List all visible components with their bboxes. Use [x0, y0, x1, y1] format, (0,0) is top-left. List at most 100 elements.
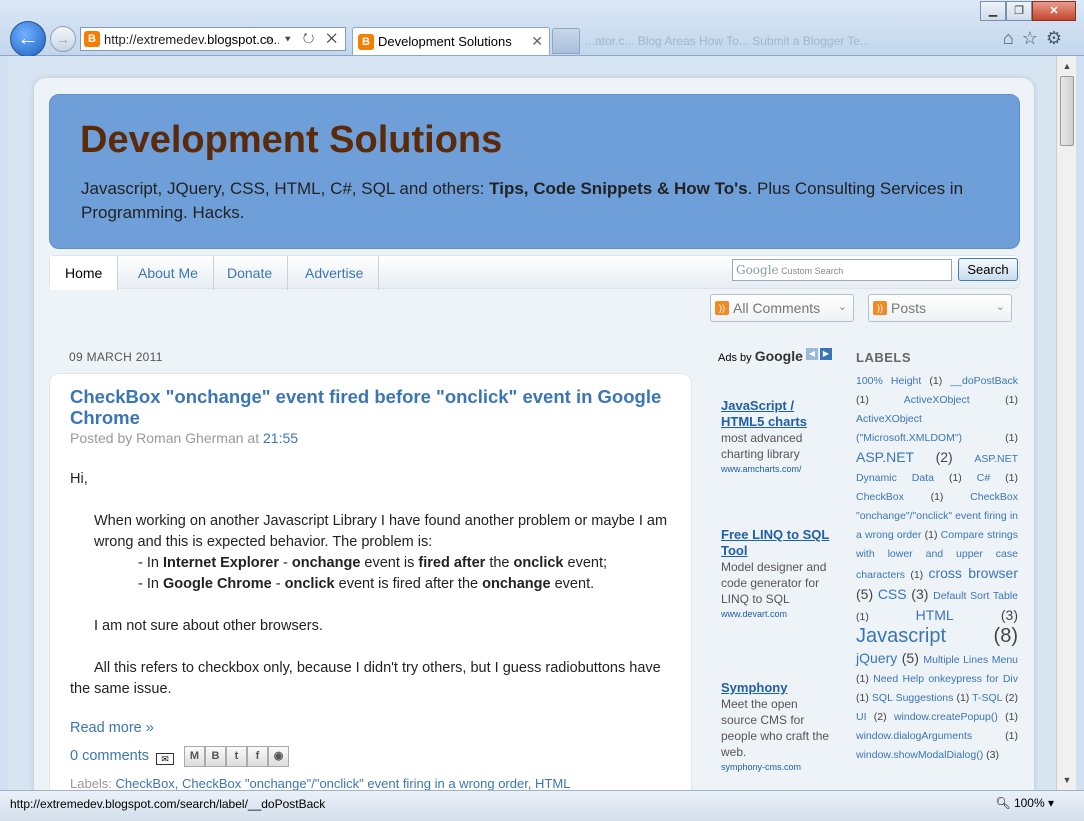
arrow-left-icon: ←	[17, 25, 39, 50]
post-title[interactable]: CheckBox "onchange" event fired before "…	[70, 386, 680, 428]
blogger-share-icon[interactable]: B	[205, 746, 226, 767]
label-link[interactable]: window.dialogArguments	[856, 730, 972, 742]
close-window-icon[interactable]: ✕	[1032, 1, 1076, 21]
label-link[interactable]: Multiple Lines Menu	[923, 654, 1018, 666]
favorites-star-icon[interactable]: ☆	[1022, 28, 1046, 48]
label-link[interactable]: HTML	[916, 607, 954, 623]
label-link[interactable]: CSS	[878, 586, 907, 602]
bullet-ie: - In Internet Explorer - onchange event …	[138, 555, 608, 571]
new-tab-button[interactable]	[552, 28, 580, 54]
label-link[interactable]: C#	[977, 472, 990, 484]
post-time-link[interactable]: 21:55	[263, 430, 298, 446]
ad-item[interactable]: Free LINQ to SQL Tool Model designer and…	[721, 527, 831, 621]
label-count: (1)	[856, 673, 874, 685]
search-input[interactable]: Google Custom Search	[732, 259, 952, 281]
blog-title[interactable]: Development Solutions	[80, 119, 502, 162]
label-link[interactable]: cross browser	[928, 565, 1018, 581]
page-viewport: Development Solutions Javascript, JQuery…	[8, 56, 1056, 790]
label-link[interactable]: T-SQL	[972, 692, 1002, 704]
post-date: 09 MARCH 2011	[69, 350, 163, 364]
ads-header: Ads by Google	[718, 348, 803, 364]
label-link[interactable]: window.showModalDialog()	[856, 749, 983, 761]
labels-cloud: 100% Height (1) __doPostBack (1) ActiveX…	[856, 372, 1018, 765]
label-count: (1)	[962, 432, 1018, 444]
post-label-links[interactable]: CheckBox, CheckBox "onchange"/"onclick" …	[116, 776, 571, 790]
post-greeting: Hi,	[70, 471, 88, 487]
search-button[interactable]: Search	[958, 258, 1018, 281]
address-bar[interactable]: B http://extremedev.blogspot.co... ⌕ ▾ ↻…	[80, 27, 346, 51]
blogger-favicon-icon: B	[84, 31, 100, 47]
tab-donate[interactable]: Donate	[212, 256, 289, 290]
status-bar: http://extremedev.blogspot.com/search/la…	[0, 790, 1084, 821]
browser-titlebar: ← → B http://extremedev.blogspot.co... ⌕…	[0, 0, 1084, 57]
label-link[interactable]: ActiveXObject ("Microsoft.XMLDOM")	[856, 413, 962, 444]
chevron-down-icon: ⌄	[837, 301, 847, 313]
comments-feed-label: All Comments	[733, 300, 821, 316]
tab-close-icon[interactable]: ✕	[531, 33, 543, 50]
label-count: (2)	[866, 711, 894, 723]
ad-url[interactable]: symphony-cms.com	[721, 760, 831, 774]
ads-prev-icon[interactable]: ◀	[806, 348, 818, 360]
ad-item[interactable]: Symphony Meet the open source CMS for pe…	[721, 680, 831, 774]
home-icon[interactable]: ⌂	[1003, 28, 1022, 48]
ad-title[interactable]: Free LINQ to SQL Tool	[721, 527, 831, 559]
blog-header: Development Solutions Javascript, JQuery…	[49, 94, 1020, 249]
label-link[interactable]: jQuery	[856, 650, 897, 666]
label-count: (1)	[990, 472, 1018, 484]
posts-feed-select[interactable]: )) Posts ⌄	[868, 294, 1012, 322]
bullet-chrome: - In Google Chrome - onclick event is fi…	[138, 576, 595, 592]
ads-next-icon[interactable]: ▶	[820, 348, 832, 360]
label-link[interactable]: Need Help onkeypress for Div	[873, 673, 1018, 685]
address-actions-icon[interactable]: ⌕ ▾ ↻ ✕	[265, 30, 341, 47]
label-link[interactable]: Javascript	[856, 625, 946, 647]
maximize-icon[interactable]: ❐	[1006, 1, 1032, 21]
label-link[interactable]: ActiveXObject	[904, 394, 970, 406]
scroll-down-icon[interactable]: ▼	[1059, 772, 1075, 788]
label-count: (3)	[983, 749, 999, 761]
zoom-level[interactable]: 🔍︎ 100% ▾	[995, 796, 1054, 810]
chevron-down-icon: ⌄	[995, 301, 1005, 313]
label-link[interactable]: ASP.NET	[856, 449, 914, 465]
rss-icon: ))	[715, 301, 729, 315]
ad-url[interactable]: www.devart.com	[721, 607, 831, 621]
label-link[interactable]: SQL Suggestions	[872, 692, 953, 704]
label-link[interactable]: window.createPopup()	[894, 711, 998, 723]
label-link[interactable]: CheckBox	[856, 491, 904, 503]
label-link[interactable]: UI	[856, 711, 867, 723]
email-post-icon[interactable]: ✉	[156, 753, 174, 765]
comments-link[interactable]: 0 comments	[70, 748, 149, 764]
background-tabs[interactable]: ...ator.c... Blog Areas How To... Submit…	[585, 34, 870, 48]
forward-button[interactable]: →	[50, 26, 76, 52]
tab-home[interactable]: Home	[50, 256, 119, 290]
scroll-up-icon[interactable]: ▲	[1059, 58, 1075, 74]
minimize-icon[interactable]: ▁	[980, 1, 1006, 21]
tab-advertise[interactable]: Advertise	[290, 256, 380, 290]
ad-title[interactable]: Symphony	[721, 680, 831, 696]
gear-icon[interactable]: ⚙	[1046, 28, 1070, 48]
buzz-share-icon[interactable]: ◉	[268, 746, 289, 767]
window-controls: ▁ ❐ ✕	[980, 1, 1076, 21]
label-link[interactable]: __doPostBack	[950, 375, 1018, 387]
ad-item[interactable]: JavaScript / HTML5 charts most advanced …	[721, 398, 831, 476]
read-more-link[interactable]: Read more »	[70, 720, 154, 736]
ad-url[interactable]: www.amcharts.com/	[721, 462, 831, 476]
comments-feed-select[interactable]: )) All Comments ⌄	[710, 294, 854, 322]
post-labels: Labels: CheckBox, CheckBox "onchange"/"o…	[70, 776, 571, 790]
label-link[interactable]: Default Sort Table	[933, 590, 1018, 602]
address-url[interactable]: http://extremedev.blogspot.co...	[104, 32, 279, 47]
back-button[interactable]: ←	[10, 21, 46, 57]
vertical-scrollbar[interactable]: ▲ ▼	[1056, 56, 1076, 790]
scrollbar-thumb[interactable]	[1060, 76, 1074, 146]
twitter-share-icon[interactable]: t	[226, 746, 247, 767]
label-link[interactable]: 100% Height	[856, 375, 921, 387]
ad-title[interactable]: JavaScript / HTML5 charts	[721, 398, 831, 430]
ad-text: Model designer and code generator for LI…	[721, 560, 827, 606]
tab-development-solutions[interactable]: B Development Solutions ✕	[352, 27, 550, 55]
label-count: (1)	[953, 692, 973, 704]
post-byline: Posted by Roman Gherman at 21:55	[70, 430, 299, 446]
label-count: (1)	[921, 375, 951, 387]
gmail-share-icon[interactable]: M	[184, 746, 205, 767]
facebook-share-icon[interactable]: f	[247, 746, 268, 767]
rss-icon: ))	[873, 301, 887, 315]
tab-about-me[interactable]: About Me	[123, 256, 214, 290]
